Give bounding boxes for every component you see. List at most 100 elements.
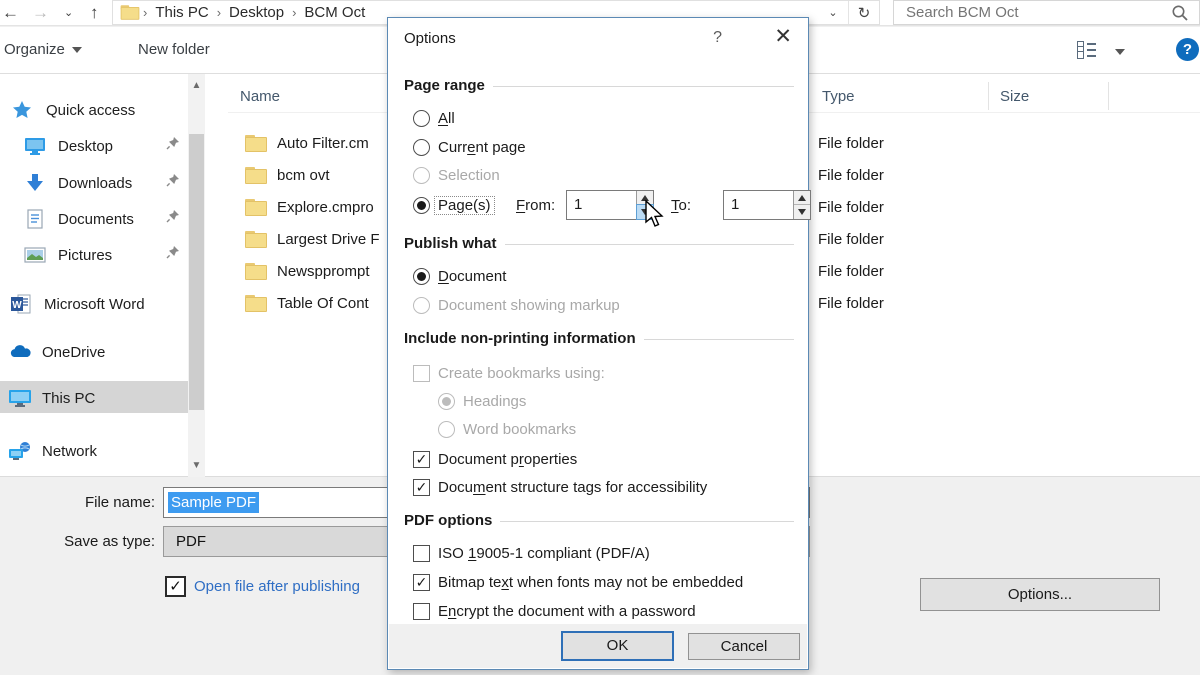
save-as-type-value: PDF — [176, 533, 206, 550]
ok-button[interactable]: OK — [561, 631, 674, 661]
sidebar-item-network[interactable]: Network — [8, 438, 97, 464]
column-divider[interactable] — [1108, 82, 1109, 110]
sidebar-item-label: OneDrive — [42, 344, 105, 361]
word-icon: W — [10, 294, 32, 314]
file-type: File folder — [818, 231, 884, 248]
search-box[interactable] — [893, 0, 1200, 25]
column-divider[interactable] — [988, 82, 989, 110]
picture-icon — [24, 245, 46, 265]
sidebar-item-label: Microsoft Word — [44, 296, 145, 313]
file-name: Largest Drive F — [277, 231, 380, 248]
pin-icon — [166, 173, 180, 187]
up-arrow-icon[interactable]: ↑ — [90, 1, 99, 25]
sidebar-scrollbar[interactable]: ▲ ▼ — [188, 74, 205, 477]
options-button[interactable]: Options... — [920, 578, 1160, 611]
radio-icon — [438, 393, 455, 410]
sidebar-item-quick-access[interactable]: Quick access — [12, 97, 135, 123]
to-label: To: — [671, 197, 691, 214]
scrollbar-thumb[interactable] — [189, 134, 204, 410]
checkbox-document-properties[interactable]: ✓ Document properties — [388, 448, 810, 470]
radio-selection: Selection — [388, 164, 810, 186]
spinner-up-icon[interactable] — [794, 191, 810, 205]
from-value: 1 — [574, 196, 582, 213]
sidebar-item-pictures[interactable]: Pictures — [24, 242, 112, 268]
radio-headings: Headings — [388, 390, 810, 412]
file-name: Auto Filter.cm — [277, 135, 369, 152]
radio-icon — [413, 167, 430, 184]
cancel-button[interactable]: Cancel — [688, 633, 800, 660]
checkbox-document-structure-tags[interactable]: ✓ Document structure tags for accessibil… — [388, 476, 810, 498]
dialog-help-icon[interactable]: ? — [713, 29, 722, 47]
breadcrumb-bcm-oct[interactable]: BCM Oct — [298, 4, 371, 21]
file-type: File folder — [818, 167, 884, 184]
folder-icon — [121, 5, 140, 19]
network-icon — [8, 441, 30, 461]
sidebar-item-microsoft-word[interactable]: W Microsoft Word — [10, 291, 145, 317]
pages-label[interactable]: Page(s) — [434, 196, 495, 215]
sidebar-item-onedrive[interactable]: OneDrive — [8, 339, 105, 365]
checkbox-encrypt-password[interactable]: Encrypt the document with a password — [388, 600, 810, 622]
checkbox-icon — [413, 603, 430, 620]
file-name: Table Of Cont — [277, 295, 369, 312]
breadcrumb-chevron-icon: › — [290, 5, 298, 20]
forward-arrow-icon[interactable]: → — [32, 1, 49, 25]
refresh-icon[interactable]: ↻ — [849, 4, 879, 22]
group-pdf-options: PDF options — [404, 512, 794, 529]
sidebar-item-desktop[interactable]: Desktop — [24, 133, 113, 159]
open-after-publishing-checkbox[interactable]: ✓ — [165, 576, 186, 597]
sidebar-item-label: Quick access — [46, 102, 135, 119]
column-header-size[interactable]: Size — [1000, 88, 1029, 105]
file-name-value: Sample PDF — [168, 492, 259, 513]
organize-button[interactable]: Organize — [4, 41, 82, 58]
scroll-down-icon[interactable]: ▼ — [188, 460, 205, 471]
from-spinner[interactable]: 1 — [566, 190, 654, 220]
radio-document-showing-markup: Document showing markup — [388, 294, 810, 316]
pin-icon — [166, 209, 180, 223]
save-as-type-label: Save as type: — [0, 533, 155, 550]
file-type: File folder — [818, 199, 884, 216]
checkbox-iso-compliant[interactable]: ISO 19005-1 compliant (PDF/A) — [388, 542, 810, 564]
help-icon[interactable]: ? — [1176, 38, 1199, 61]
checkbox-bitmap-text[interactable]: ✓ Bitmap text when fonts may not be embe… — [388, 571, 810, 593]
scroll-up-icon[interactable]: ▲ — [188, 80, 205, 91]
spinner-down-icon[interactable] — [794, 205, 810, 219]
group-nonprinting: Include non-printing information — [404, 330, 794, 347]
file-name-label: File name: — [0, 494, 155, 511]
radio-pages[interactable] — [413, 197, 430, 214]
radio-icon — [413, 297, 430, 314]
group-publish-what: Publish what — [404, 235, 794, 252]
radio-document[interactable]: Document — [388, 265, 810, 287]
breadcrumb-this-pc[interactable]: This PC — [149, 4, 214, 21]
sidebar-item-label: This PC — [42, 390, 95, 407]
from-label: From: — [516, 197, 555, 214]
search-input[interactable] — [894, 4, 1171, 21]
column-header-name[interactable]: Name — [240, 88, 280, 105]
group-page-range: Page range — [404, 77, 794, 94]
radio-all[interactable]: All — [388, 107, 810, 129]
checkbox-icon — [413, 365, 430, 382]
checkbox-create-bookmarks: Create bookmarks using: — [388, 362, 810, 384]
recent-locations-chevron-icon[interactable]: ⌄ — [64, 1, 73, 25]
sidebar-item-this-pc[interactable]: This PC — [8, 385, 95, 411]
new-folder-button[interactable]: New folder — [138, 41, 210, 58]
close-icon[interactable]: ✕ — [774, 26, 792, 47]
to-spinner[interactable]: 1 — [723, 190, 811, 220]
address-dropdown-chevron-icon[interactable]: ⌄ — [818, 6, 848, 19]
view-dropdown-chevron-icon[interactable] — [1115, 43, 1125, 60]
radio-current-page[interactable]: Current page — [388, 136, 810, 158]
back-arrow-icon[interactable]: ← — [2, 1, 19, 25]
dialog-footer: OK Cancel — [389, 624, 807, 668]
sidebar-item-documents[interactable]: Documents — [24, 206, 134, 232]
details-view-icon[interactable] — [1077, 40, 1097, 60]
breadcrumb-desktop[interactable]: Desktop — [223, 4, 290, 21]
open-after-publishing-label: Open file after publishing — [194, 578, 360, 595]
options-dialog: Options ? ✕ Page range All Current page … — [387, 17, 809, 670]
checkbox-icon: ✓ — [413, 479, 430, 496]
sidebar-item-label: Downloads — [58, 175, 132, 192]
radio-icon — [413, 139, 430, 156]
folder-icon — [245, 295, 267, 312]
column-header-type[interactable]: Type — [822, 88, 855, 105]
dialog-title: Options — [404, 30, 456, 47]
sidebar-item-downloads[interactable]: Downloads — [24, 170, 132, 196]
file-type: File folder — [818, 135, 884, 152]
